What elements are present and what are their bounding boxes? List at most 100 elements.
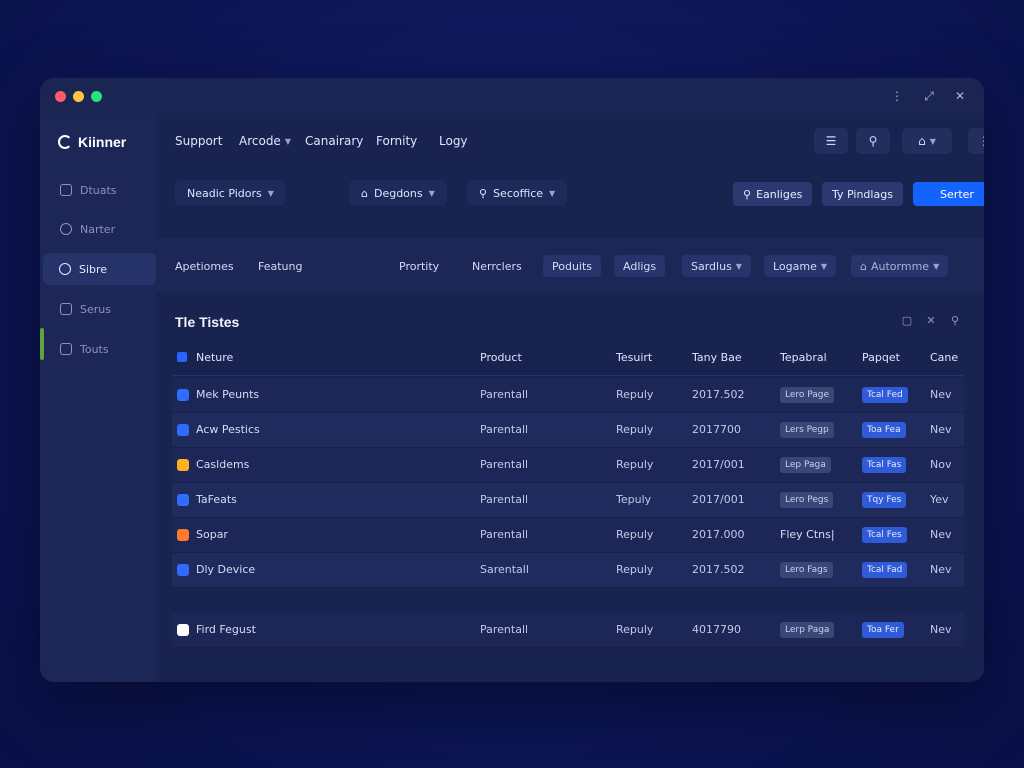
window-icon[interactable]: ▢ xyxy=(900,314,914,328)
row-last: Nev xyxy=(930,563,952,576)
column-header[interactable]: Cane xyxy=(930,351,958,364)
table-title: Tle Tistes xyxy=(175,314,240,330)
row-name[interactable]: Acw Pestics xyxy=(196,423,260,436)
row-name[interactable]: Sopar xyxy=(196,528,228,541)
row-product: Parentall xyxy=(480,458,529,471)
maximize-window-button[interactable] xyxy=(91,91,102,102)
table-header: Neture Product Tesuirt Tany Bae Tepabral… xyxy=(172,340,964,376)
search-icon: ⚲ xyxy=(479,186,488,200)
row-tag-primary[interactable]: Lers Pegp xyxy=(780,422,834,438)
table-row[interactable]: Mek Peunts Parentall Repuly 2017.502 Lero Pa… xyxy=(172,378,964,413)
row-tag-secondary[interactable]: Toa Fea xyxy=(862,422,906,438)
nav-link-2[interactable]: Canairary xyxy=(305,134,363,148)
column-header[interactable]: Tany Bae xyxy=(692,351,742,364)
close-window-button[interactable] xyxy=(55,91,66,102)
search-icon: ⚲ xyxy=(743,187,752,201)
logo-icon xyxy=(58,135,72,149)
row-tag-secondary[interactable]: Tcal Fas xyxy=(862,457,907,473)
tab-0[interactable]: Apetiomes xyxy=(166,255,243,277)
brand-logo[interactable]: Kiinner xyxy=(58,132,126,152)
table-row[interactable]: Sopar Parentall Repuly 2017.000 Fley Ctns| Tc… xyxy=(172,518,964,553)
sidebar-item-1[interactable]: Narter xyxy=(44,213,156,245)
column-header[interactable]: Tesuirt xyxy=(616,351,652,364)
row-date: 2017.000 xyxy=(692,528,745,541)
list-view-button[interactable]: ☰ xyxy=(814,128,848,154)
column-header[interactable]: Neture xyxy=(196,351,233,364)
row-name[interactable]: TaFeats xyxy=(196,493,237,506)
tab-3[interactable]: Nerrclers xyxy=(463,255,531,277)
row-tag-primary[interactable]: Lero Pegs xyxy=(780,492,834,508)
nav-link-1[interactable]: Arcode ▼ xyxy=(239,134,291,148)
tab-5[interactable]: Adligs xyxy=(614,255,666,277)
item-icon xyxy=(177,529,189,541)
close-icon[interactable]: ✕ xyxy=(924,314,938,328)
row-tag-primary[interactable]: Lero Fags xyxy=(780,562,833,578)
row-name[interactable]: Fird Fegust xyxy=(196,623,256,636)
row-status: Repuly xyxy=(616,623,654,636)
filter-label: Degdons xyxy=(373,186,423,200)
tab-strip: Apetiomes Featung Prortity Nerrclers Pod… xyxy=(156,238,984,292)
minimize-window-button[interactable] xyxy=(73,91,84,102)
more-vertical-icon[interactable]: ⋮ xyxy=(889,88,905,104)
tab-7[interactable]: Logame ▼ xyxy=(764,255,837,277)
column-header[interactable]: Product xyxy=(480,351,522,364)
table-row[interactable]: Dly Device Sarentall Repuly 2017.502 Lero Fa… xyxy=(172,553,964,588)
findings-button[interactable]: Ty Pindlags xyxy=(822,182,903,206)
top-navigation: Support Arcode ▼ Canairary Fornity Logy … xyxy=(156,114,984,238)
row-last: Nov xyxy=(930,458,952,471)
more-button[interactable]: ⋮ xyxy=(968,128,984,154)
table-row[interactable]: Fird Fegust Parentall Repuly 4017790 Lerp Pa… xyxy=(172,613,964,648)
column-header[interactable]: Papqet xyxy=(862,351,900,364)
row-product: Parentall xyxy=(480,423,529,436)
sidebar-item-4[interactable]: Touts xyxy=(44,333,156,365)
notifications-button[interactable]: ⌂ ▼ xyxy=(902,128,952,154)
row-last: Nev xyxy=(930,623,952,636)
tab-2[interactable]: Prortity xyxy=(390,255,448,277)
select-all-checkbox[interactable] xyxy=(177,352,187,362)
row-tag-secondary[interactable]: Toa Fer xyxy=(862,622,904,638)
sidebar-item-label: Dtuats xyxy=(80,183,117,197)
tab-4[interactable]: Poduits xyxy=(543,255,602,277)
filter-dropdown-2[interactable]: ⚲ Secoffice ▼ xyxy=(467,180,568,206)
row-tag-secondary[interactable]: Tcal Fad xyxy=(862,562,908,578)
row-tag-primary[interactable]: Lero Page xyxy=(780,387,835,403)
nav-link-0[interactable]: Support xyxy=(175,134,222,148)
nav-link-3[interactable]: Fornity xyxy=(376,134,417,148)
sidebar: Kiinner Dtuats Narter Sibre Serus Touts xyxy=(40,114,156,682)
close-icon[interactable]: ✕ xyxy=(952,88,968,104)
row-tag-primary[interactable]: Lep Paga xyxy=(780,457,831,473)
sidebar-item-2[interactable]: Sibre xyxy=(43,253,156,285)
bag-icon: ⌂ xyxy=(918,134,926,148)
row-name[interactable]: Casldems xyxy=(196,458,249,471)
filter-label: Secoffice xyxy=(493,186,544,200)
search-button[interactable]: ⚲ xyxy=(856,128,890,154)
tab-1[interactable]: Featung xyxy=(249,255,311,277)
sidebar-item-0[interactable]: Dtuats xyxy=(44,174,156,206)
filter-dropdown-1[interactable]: ⌂ Degdons ▼ xyxy=(349,180,447,206)
row-name[interactable]: Dly Device xyxy=(196,563,255,576)
table-row[interactable]: Casldems Parentall Repuly 2017/001 Lep Paga T… xyxy=(172,448,964,483)
more-vertical-icon: ⋮ xyxy=(978,134,984,148)
expand-icon[interactable]: ⤢ xyxy=(921,88,937,104)
filter-dropdown-0[interactable]: Neadic Pidors ▼ xyxy=(175,180,286,206)
primary-action-button[interactable]: Serter xyxy=(913,182,984,206)
row-tag-primary[interactable]: Lerp Paga xyxy=(780,622,835,638)
table-row[interactable]: TaFeats Parentall Tepuly 2017/001 Lero Pegs T… xyxy=(172,483,964,518)
brand-name: Kiinner xyxy=(78,134,127,150)
tab-6[interactable]: Sardlus ▼ xyxy=(682,255,751,277)
row-tag-secondary[interactable]: Tqy Fes xyxy=(862,492,907,508)
title-bar: ⋮ ⤢ ✕ xyxy=(40,78,984,114)
sidebar-item-3[interactable]: Serus xyxy=(44,293,156,325)
row-name[interactable]: Mek Peunts xyxy=(196,388,259,401)
tab-8[interactable]: ⌂ Autormme ▼ xyxy=(851,255,949,277)
nav-link-4[interactable]: Logy xyxy=(439,134,468,148)
engines-button[interactable]: ⚲ Eanliges xyxy=(733,182,813,206)
sidebar-item-label: Touts xyxy=(80,342,109,356)
box-icon xyxy=(60,184,72,196)
row-tag-secondary[interactable]: Tcal Fed xyxy=(862,387,908,403)
row-date: 2017700 xyxy=(692,423,741,436)
table-row[interactable]: Acw Pestics Parentall Repuly 2017700 Lers Pe… xyxy=(172,413,964,448)
row-tag-secondary[interactable]: Tcal Fes xyxy=(862,527,907,543)
pin-icon[interactable]: ⚲ xyxy=(948,314,962,328)
column-header[interactable]: Tepabral xyxy=(780,351,827,364)
